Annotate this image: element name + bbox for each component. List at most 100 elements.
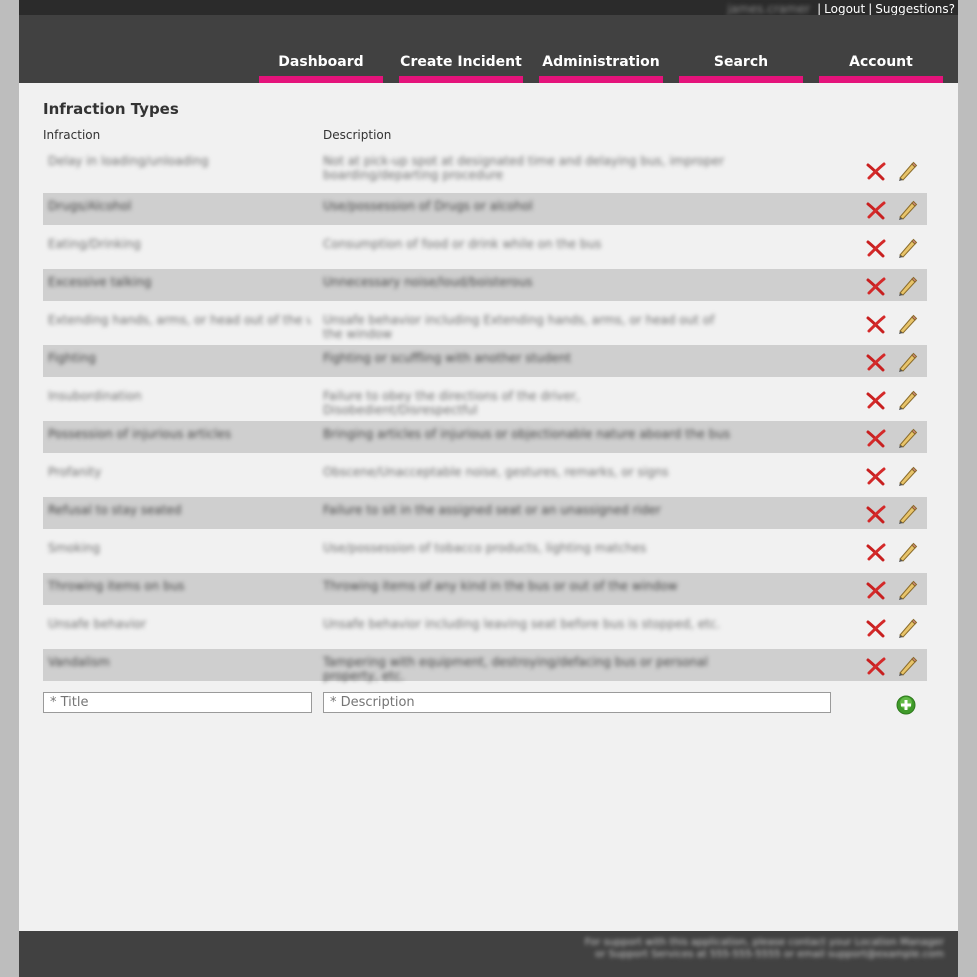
page-title: Infraction Types [43,100,179,118]
pencil-icon[interactable] [896,237,918,259]
infraction-description: Throwing items of any kind in the bus or… [323,579,678,593]
nav-administration[interactable]: Administration [539,53,663,83]
nav-underline [819,76,943,83]
nav-underline [679,76,803,83]
suggestions-link[interactable]: Suggestions? [875,2,955,16]
infraction-title: Delay in loading/unloading [48,154,209,168]
delete-x-icon[interactable] [865,542,887,562]
delete-x-icon[interactable] [865,656,887,676]
delete-x-icon[interactable] [865,238,887,258]
separator: | [817,2,822,16]
nav-search[interactable]: Search [679,53,803,83]
nav-dashboard[interactable]: Dashboard [259,53,383,83]
separator: | [868,2,873,16]
table-row: Unsafe behavior Unsafe behavior including… [43,611,927,643]
table-row: Drugs/Alcohol Use/possession of Drugs or … [43,193,927,225]
delete-x-icon[interactable] [865,390,887,410]
user-links: james.cramer | Logout | Suggestions? [727,2,955,16]
infraction-title: Insubordination [48,389,142,403]
table-row: Profanity Obscene/Unacceptable noise, ges… [43,459,927,491]
infraction-title: Drugs/Alcohol [48,199,132,213]
new-title-input[interactable] [43,692,312,713]
nav-create-incident[interactable]: Create Incident [399,53,523,83]
pencil-icon[interactable] [896,541,918,563]
infraction-description: Failure to sit in the assigned seat or a… [323,503,661,517]
column-header-infraction: Infraction [43,128,101,142]
delete-x-icon[interactable] [865,200,887,220]
logout-link[interactable]: Logout [824,2,865,16]
top-bar: james.cramer | Logout | Suggestions? [19,0,958,16]
table-row: Fighting Fighting or scuffling with anoth… [43,345,927,377]
column-header-description: Description [323,128,392,142]
infraction-description: Failure to obey the directions of the dr… [323,389,580,417]
header: Dashboard Create Incident Administration… [19,15,958,83]
nav-underline [259,76,383,83]
pencil-icon[interactable] [896,389,918,411]
infraction-title: Vandalism [48,655,110,669]
infraction-description: Use/possession of Drugs or alcohol [323,199,533,213]
delete-x-icon[interactable] [865,618,887,638]
table-row: Delay in loading/unloading Not at pick-up… [43,148,927,192]
pencil-icon[interactable] [896,313,918,335]
infraction-description: Unnecessary noise/loud/boisterous [323,275,533,289]
nav-underline [399,76,523,83]
pencil-icon[interactable] [896,655,918,677]
pencil-icon[interactable] [896,465,918,487]
infraction-title: Extending hands, arms, or head out of th… [48,313,310,327]
pencil-icon[interactable] [896,503,918,525]
infraction-description: Unsafe behavior including leaving seat b… [323,617,721,631]
infraction-title: Unsafe behavior [48,617,147,631]
pencil-icon[interactable] [896,427,918,449]
infraction-title: Eating/Drinking [48,237,141,251]
table-row: Smoking Use/possession of tobacco product… [43,535,927,567]
table-row: Eating/Drinking Consumption of food or dr… [43,231,927,263]
infraction-description: Tampering with equipment, destroying/def… [323,655,708,683]
table-row: Refusal to stay seated Failure to sit in … [43,497,927,529]
table-row: Throwing items on bus Throwing items of a… [43,573,927,605]
table-row: Insubordination Failure to obey the direc… [43,383,927,417]
nav-account[interactable]: Account [819,53,943,83]
footer-text: For support with this application, pleas… [584,937,944,960]
table-row: Possession of injurious articles Bringing… [43,421,927,453]
delete-x-icon[interactable] [865,580,887,600]
pencil-icon[interactable] [896,617,918,639]
pencil-icon[interactable] [896,275,918,297]
nav-search-label: Search [713,54,769,70]
pencil-icon[interactable] [896,351,918,373]
page: james.cramer | Logout | Suggestions? Dashboa… [19,0,958,977]
infraction-title: Fighting [48,351,96,365]
delete-x-icon[interactable] [865,504,887,524]
infraction-description: Use/possession of tobacco products, ligh… [323,541,647,555]
add-plus-icon[interactable] [896,695,916,715]
table-row: Extending hands, arms, or head out of th… [43,307,927,341]
nav-create-incident-label: Create Incident [400,54,522,70]
delete-x-icon[interactable] [865,466,887,486]
nav-account-label: Account [849,54,913,70]
infraction-title: Excessive talking [48,275,152,289]
delete-x-icon[interactable] [865,314,887,334]
delete-x-icon[interactable] [865,428,887,448]
infraction-title: Profanity [48,465,102,479]
infraction-title: Smoking [48,541,101,555]
delete-x-icon[interactable] [865,161,887,181]
delete-x-icon[interactable] [865,276,887,296]
infraction-description: Bringing articles of injurious or object… [323,427,731,441]
pencil-icon[interactable] [896,199,918,221]
nav-underline [539,76,663,83]
infraction-description: Obscene/Unacceptable noise, gestures, re… [323,465,669,479]
pencil-icon[interactable] [896,579,918,601]
infraction-description: Not at pick-up spot at designated time a… [323,154,725,182]
infraction-description: Consumption of food or drink while on th… [323,237,602,251]
infraction-description: Fighting or scuffling with another stude… [323,351,572,365]
infraction-title: Throwing items on bus [48,579,185,593]
delete-x-icon[interactable] [865,352,887,372]
nav-administration-label: Administration [542,54,660,70]
new-description-input[interactable] [323,692,831,713]
infraction-description: Unsafe behavior including Extending hand… [323,313,715,341]
infraction-title: Possession of injurious articles [48,427,232,441]
pencil-icon[interactable] [896,160,918,182]
infraction-title: Refusal to stay seated [48,503,182,517]
username: james.cramer [727,2,811,16]
new-infraction-form [43,692,933,716]
table-row: Excessive talking Unnecessary noise/loud/… [43,269,927,301]
